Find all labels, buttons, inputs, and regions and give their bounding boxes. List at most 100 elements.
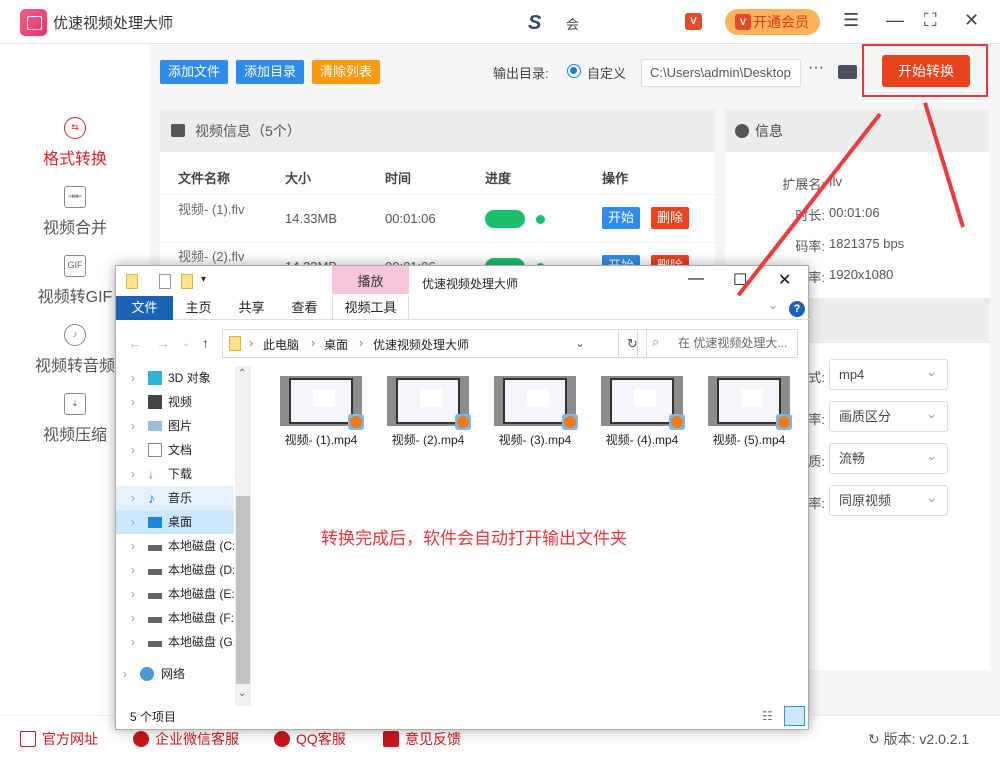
ribbon-tabs: 文件 主页 共享 查看 视频工具 ⌄ ? [116,296,810,320]
network-icon [140,667,154,681]
tab-video-tools[interactable]: 视频工具 [332,296,409,320]
browse-more-button[interactable]: ··· [808,59,824,77]
details-view-icon[interactable]: ☷ [762,709,773,723]
output-path-input[interactable]: C:\Users\admin\Desktop [641,59,801,87]
quality-select[interactable]: 流畅 [829,441,948,474]
video-thumbnail-icon [494,376,578,430]
feedback-link[interactable]: 意见反馈 [383,729,461,749]
tree-scrollbar[interactable]: ⌃ ⌄ [235,366,251,706]
tab-file[interactable]: 文件 [116,296,173,320]
progress-bar [485,210,525,228]
play-context-tab[interactable]: 播放 [332,266,409,294]
clear-list-button[interactable]: 清除列表 [312,60,381,84]
help-icon[interactable]: ? [789,301,805,317]
member-button-label: 开通会员 [753,14,809,30]
start-convert-button[interactable]: 开始转换 [882,55,970,87]
wechat-icon [133,731,149,747]
delete-button[interactable]: 删除 [651,207,690,229]
add-directory-button[interactable]: 添加目录 [236,60,305,84]
breadcrumb-this-pc[interactable]: 此电脑 [263,336,299,353]
file-explorer-window: ▾ 播放 优速视频处理大师 — ☐ ✕ 文件 主页 共享 查看 视频工具 ⌄ ?… [115,265,810,730]
tab-share[interactable]: 共享 [229,296,274,320]
tree-item-drive-g[interactable]: › 本地磁盘 (G: [116,630,234,654]
tree-item-network[interactable]: › 网络 [116,662,234,686]
explorer-minimize-icon[interactable]: — [688,270,704,288]
close-icon[interactable]: ✕ [964,10,979,31]
breadcrumb-folder[interactable]: 优速视频处理大师 [373,336,469,353]
address-bar[interactable]: › 此电脑 › 桌面 › 优速视频处理大师 ⌄ [222,329,619,358]
minimize-icon[interactable]: — [886,10,904,31]
framerate-select[interactable]: 同原视频 [829,483,948,516]
tab-home[interactable]: 主页 [176,296,221,320]
add-file-button[interactable]: 添加文件 [160,60,229,84]
member-button[interactable]: V 开通会员 [725,9,820,35]
up-icon[interactable]: ↑ [202,335,209,351]
tree-item-desktop[interactable]: › 桌面 [116,510,234,534]
app-logo-icon [20,9,47,36]
address-dropdown-icon[interactable]: ⌄ [575,336,585,350]
column-header-actions: 操作 [602,171,629,186]
drive-icon [148,545,162,551]
picture-icon [148,421,162,431]
search-input[interactable]: 在 优速视频处理大... [637,329,798,358]
recent-locations-icon[interactable]: ⌄ [182,338,190,349]
column-header-size: 大小 [285,171,312,186]
start-button[interactable]: 开始 [602,207,641,229]
sidebar-item-label: 格式转换 [42,151,107,168]
sidebar-item-label: 视频转GIF [37,289,113,306]
file-item[interactable]: 视频- (3).mp4 [494,376,578,448]
file-item[interactable]: 视频- (4).mp4 [601,376,685,448]
menu-icon[interactable]: ☰ [843,10,859,31]
vip-icon[interactable]: V [685,13,702,30]
qq-support-link[interactable]: QQ客服 [274,729,346,749]
explorer-close-icon[interactable]: ✕ [778,270,791,290]
scrollbar-thumb[interactable] [236,496,250,684]
tree-item-3d-objects[interactable]: › 3D 对象 [116,366,234,390]
info-panel-title: 信息 [755,123,783,139]
tree-item-drive-d[interactable]: › 本地磁盘 (D: [116,558,234,582]
custom-radio[interactable] [567,64,581,78]
file-duration: 00:01:06 [385,211,436,226]
video-panel-title: 视频信息（5个） [195,123,301,139]
format-select[interactable]: mp4 [829,357,948,390]
tree-item-downloads[interactable]: › ↓ 下载 [116,462,234,486]
forward-icon[interactable]: → [156,335,170,351]
wechat-support-link[interactable]: 企业微信客服 [133,729,239,749]
compress-icon: ⇣ [64,393,86,415]
tree-item-music[interactable]: › ♪ 音乐 [116,486,234,510]
tab-view[interactable]: 查看 [282,296,327,320]
download-icon: ↓ [148,467,154,481]
maximize-icon[interactable]: ⛶ [924,10,937,31]
tree-item-drive-e[interactable]: › 本地磁盘 (E: [116,582,234,606]
large-icons-view-icon[interactable] [784,706,805,726]
sidebar-item-video-merge[interactable]: ⇥⇤ 视频合并 [0,186,150,238]
customize-quick-access-icon[interactable]: ▾ [201,274,206,285]
file-name: 视频- (1).flv [178,202,245,217]
breadcrumb-desktop[interactable]: 桌面 [324,336,348,353]
tree-item-videos[interactable]: › 视频 [116,390,234,414]
file-size: 14.33MB [285,211,338,226]
new-folder-quick-icon[interactable] [181,274,193,289]
column-header-name: 文件名称 [178,171,231,186]
version-label: ↻ 版本: v2.0.2.1 [868,731,970,747]
file-item[interactable]: 视频- (2).mp4 [387,376,471,448]
video-thumbnail-icon [601,376,685,430]
tree-item-pictures[interactable]: › 图片 [116,414,234,438]
official-site-link[interactable]: 官方网址 [20,729,98,749]
app-title: 优速视频处理大师 [53,15,174,32]
tree-item-documents[interactable]: › 文档 [116,438,234,462]
folder-quick-icon[interactable] [126,274,138,289]
tree-item-drive-f[interactable]: › 本地磁盘 (F: [116,606,234,630]
tree-item-drive-c[interactable]: › 本地磁盘 (C: [116,534,234,558]
sidebar-item-format-convert[interactable]: ⇆ 格式转换 [0,117,150,169]
resolution-select[interactable]: 画质区分 [829,399,948,432]
properties-quick-icon[interactable] [159,274,171,289]
file-item[interactable]: 视频- (1).mp4 [280,376,364,448]
expand-ribbon-icon[interactable]: ⌄ [768,298,778,312]
open-folder-icon[interactable] [838,65,857,79]
file-item[interactable]: 视频- (5).mp4 [708,376,792,448]
image-icon [171,124,185,137]
back-icon[interactable]: ← [128,335,142,351]
3d-objects-icon [148,371,162,385]
navigation-tree: › 3D 对象 › 视频 › 图片 › 文档 › ↓ 下载 › ♪ 音乐 › 桌面 › 本地磁盘 (… [116,366,252,701]
